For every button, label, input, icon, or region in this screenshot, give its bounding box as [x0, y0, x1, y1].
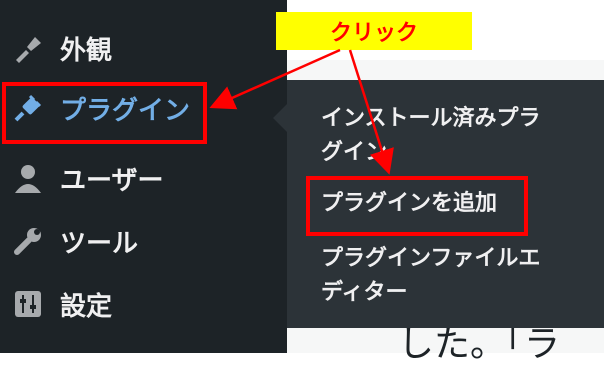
- arrow-to-plugins: [209, 48, 341, 110]
- arrow-to-add-plugin: [348, 49, 394, 175]
- annotation-arrows: [209, 48, 394, 175]
